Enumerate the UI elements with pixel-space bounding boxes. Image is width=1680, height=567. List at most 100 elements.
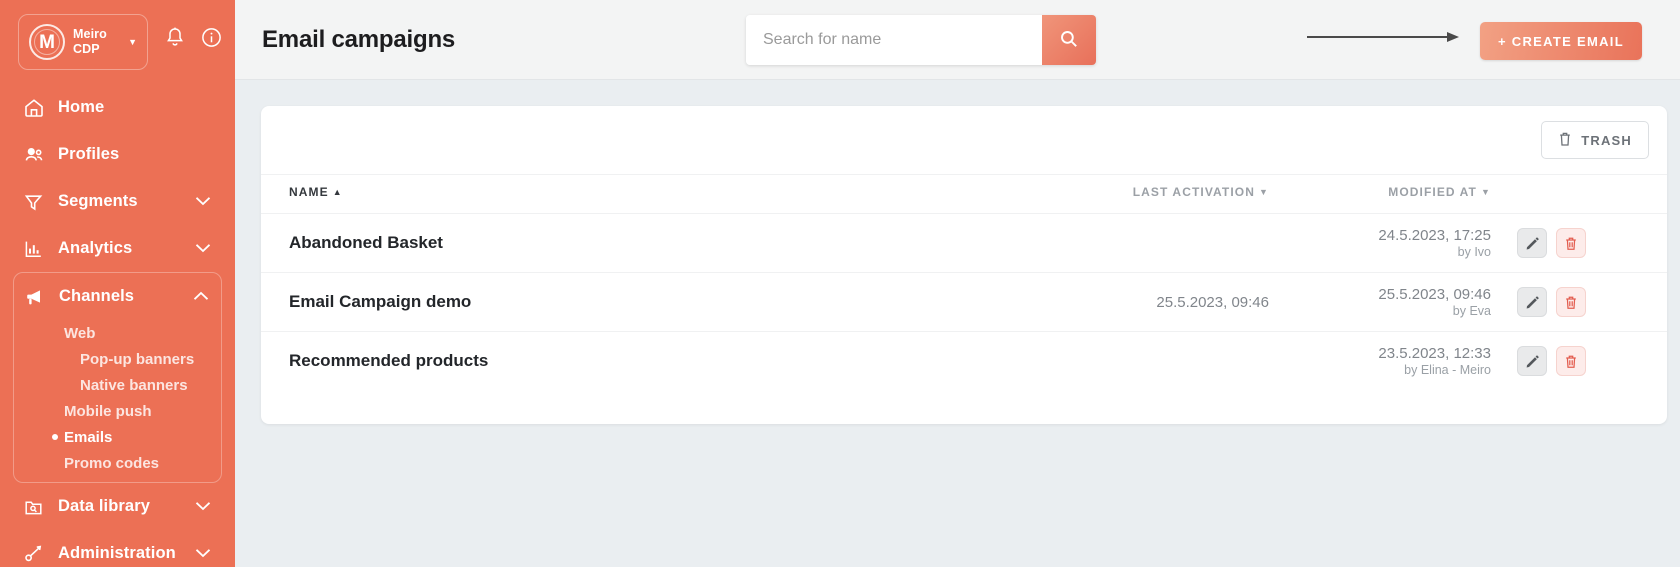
sidebar-subitem-mobile-push[interactable]: Mobile push [14, 398, 221, 424]
sidebar-item-label: Administration [58, 544, 176, 562]
trash-button[interactable]: TRASH [1541, 121, 1649, 159]
cell-name: Recommended products [289, 351, 489, 371]
chevron-down-icon [195, 192, 211, 211]
sidebar-item-label: Data library [58, 497, 150, 515]
modified-by: by Eva [1452, 303, 1491, 318]
sidebar-item-label: Segments [58, 192, 138, 210]
sidebar-top-icons [165, 26, 222, 48]
sidebar-nav: Home Profiles Segments Analytics Channel… [0, 84, 235, 567]
sidebar: M Meiro CDP ▼ Home Profiles Segments Ana… [0, 0, 235, 567]
megaphone-icon [24, 287, 50, 307]
sidebar-item-profiles[interactable]: Profiles [0, 131, 235, 178]
delete-row-button[interactable] [1556, 287, 1586, 317]
modified-date: 24.5.2023, 17:25 [1378, 226, 1491, 244]
table-row[interactable]: Abandoned Basket 24.5.2023, 17:25 by Ivo [261, 213, 1667, 273]
search-submit-button[interactable] [1042, 15, 1096, 65]
column-header-actions [1517, 174, 1667, 214]
search-bar [746, 15, 1096, 65]
column-label: LAST ACTIVATION [1132, 185, 1255, 199]
sidebar-subitem-web[interactable]: Web [14, 320, 221, 346]
trash-button-label: TRASH [1581, 132, 1632, 148]
sidebar-subitem-popup-banners[interactable]: Pop-up banners [14, 346, 221, 372]
sidebar-subitem-label: Web [64, 324, 96, 342]
search-icon [1059, 29, 1079, 52]
home-icon [23, 97, 49, 119]
sidebar-subitem-promo-codes[interactable]: Promo codes [14, 450, 221, 476]
sidebar-item-analytics[interactable]: Analytics [0, 225, 235, 272]
app-root: M Meiro CDP ▼ Home Profiles Segments Ana… [0, 0, 1680, 567]
brand-name: Meiro CDP [73, 27, 107, 56]
cell-last-activation [977, 214, 1277, 273]
table-head: NAME ▲ LAST ACTIVATION ▼ MODIFIED AT ▼ [261, 174, 1667, 214]
card-toolbar: TRASH [261, 106, 1667, 174]
cell-modified-at: 24.5.2023, 17:25 by Ivo [1277, 214, 1517, 273]
brand-switcher[interactable]: M Meiro CDP ▼ [18, 14, 148, 70]
bar-chart-icon [23, 239, 49, 259]
data-library-icon [23, 497, 49, 517]
delete-row-button[interactable] [1556, 346, 1586, 377]
cell-name: Email Campaign demo [289, 292, 472, 311]
campaigns-card: TRASH NAME ▲ LAST ACTIVATION ▼ MODIFIED … [261, 106, 1667, 424]
column-header-last-activation[interactable]: LAST ACTIVATION ▼ [977, 174, 1277, 214]
funnel-icon [23, 192, 49, 212]
sidebar-item-label: Home [58, 98, 105, 116]
cell-actions [1517, 332, 1667, 391]
active-dot-icon [52, 434, 58, 440]
cell-last-activation [977, 332, 1277, 391]
column-header-name[interactable]: NAME ▲ [261, 174, 977, 214]
modified-by: by Ivo [1457, 244, 1491, 259]
chevron-down-icon: ▼ [128, 36, 137, 47]
modified-date: 25.5.2023, 09:46 [1378, 285, 1491, 303]
row-actions [1517, 228, 1667, 258]
sidebar-subitem-native-banners[interactable]: Native banners [14, 372, 221, 398]
chevron-up-icon [193, 287, 209, 306]
cell-modified-at: 25.5.2023, 09:46 by Eva [1277, 273, 1517, 332]
sidebar-subitem-label: Emails [64, 428, 113, 446]
sidebar-item-home[interactable]: Home [0, 84, 235, 131]
main-area: Email campaigns + CREATE EMAIL [235, 0, 1680, 567]
caret-down-icon: ▼ [1258, 187, 1269, 197]
edit-row-button[interactable] [1517, 287, 1547, 317]
cell-name: Abandoned Basket [289, 233, 443, 252]
table-body: Abandoned Basket 24.5.2023, 17:25 by Ivo [261, 213, 1667, 391]
sidebar-subitem-label: Mobile push [64, 402, 152, 420]
row-actions [1517, 287, 1667, 317]
sidebar-subitem-label: Pop-up banners [80, 350, 195, 368]
sidebar-group-channels: Channels Web Pop-up banners Native banne… [13, 272, 222, 483]
sidebar-subitem-label: Promo codes [64, 454, 160, 472]
search-input[interactable] [746, 15, 1042, 65]
sidebar-item-segments[interactable]: Segments [0, 178, 235, 225]
modified-date: 23.5.2023, 12:33 [1378, 344, 1491, 362]
sidebar-subitem-label: Native banners [80, 376, 188, 394]
create-email-button[interactable]: + CREATE EMAIL [1480, 22, 1642, 60]
sidebar-item-label: Channels [59, 287, 135, 305]
modified-by: by Elina - Meiro [1404, 362, 1491, 377]
sidebar-item-administration[interactable]: Administration [0, 530, 235, 567]
table-header-row: NAME ▲ LAST ACTIVATION ▼ MODIFIED AT ▼ [261, 174, 1667, 214]
delete-row-button[interactable] [1556, 228, 1586, 258]
trash-icon [1558, 131, 1572, 150]
edit-row-button[interactable] [1517, 228, 1547, 258]
sidebar-item-label: Profiles [58, 145, 120, 163]
table-row[interactable]: Recommended products 23.5.2023, 12:33 by… [261, 331, 1667, 391]
cell-actions [1517, 273, 1667, 332]
column-label: MODIFIED AT [1388, 185, 1477, 199]
info-circle-icon[interactable] [201, 27, 222, 48]
annotation-arrow-icon [1307, 30, 1459, 42]
sidebar-item-label: Analytics [58, 239, 133, 257]
content-area: TRASH NAME ▲ LAST ACTIVATION ▼ MODIFIED … [235, 80, 1680, 567]
edit-row-button[interactable] [1517, 346, 1547, 377]
chevron-down-icon [195, 497, 211, 516]
profiles-icon [23, 144, 49, 166]
meiro-logo-icon: M [29, 24, 65, 60]
row-actions [1517, 346, 1667, 377]
caret-up-icon: ▲ [332, 187, 343, 197]
column-header-modified-at[interactable]: MODIFIED AT ▼ [1277, 174, 1517, 214]
sidebar-subitem-emails[interactable]: Emails [14, 424, 221, 450]
sidebar-item-data-library[interactable]: Data library [0, 483, 235, 530]
cell-actions [1517, 214, 1667, 273]
table-row[interactable]: Email Campaign demo 25.5.2023, 09:46 25.… [261, 272, 1667, 332]
notifications-bell-icon[interactable] [165, 26, 185, 48]
brand-logo-letter: M [39, 31, 55, 53]
sidebar-item-channels[interactable]: Channels [14, 273, 221, 320]
